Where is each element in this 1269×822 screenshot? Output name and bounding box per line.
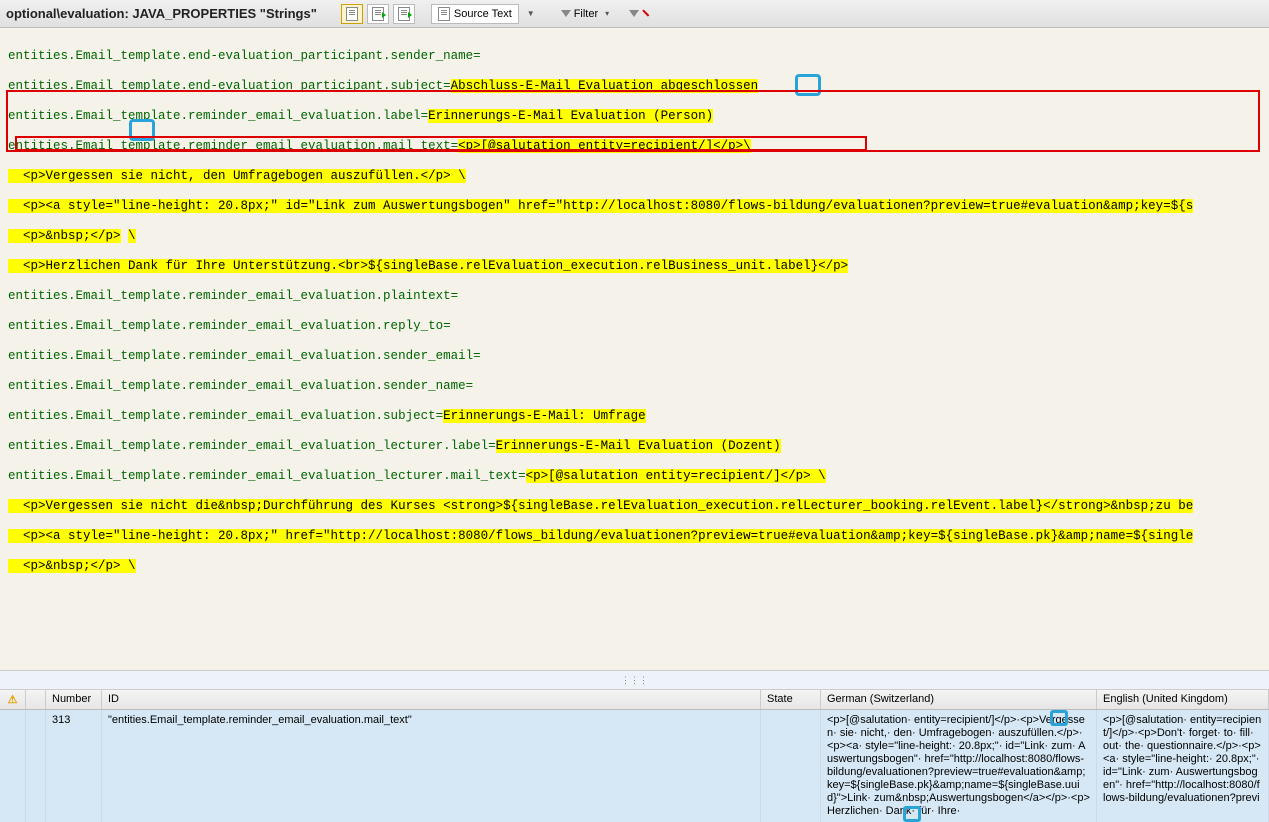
callout-marker-3 (1050, 710, 1068, 726)
code-line: <p><a style="line-height: 20.8px;" href=… (8, 529, 1193, 543)
callout-marker-4 (903, 806, 921, 822)
source-text-dropdown[interactable]: Source Text (431, 4, 519, 24)
row-id-cell: "entities.Email_template.reminder_email_… (102, 710, 761, 822)
red-selection-inner (15, 136, 867, 151)
dropdown-arrow-icon[interactable]: ▼ (523, 9, 539, 18)
english-column-header[interactable]: English (United Kingdom) (1097, 690, 1269, 709)
code-line: <p>&nbsp;</p> (8, 229, 121, 243)
code-line: entities.Email_template.reminder_email_e… (8, 379, 473, 393)
chevron-down-icon: ▾ (601, 9, 613, 18)
view-mode-button-3[interactable] (393, 4, 415, 24)
id-column-header[interactable]: ID (102, 690, 761, 709)
code-line: entities.Email_template.reminder_email_e… (8, 289, 458, 303)
view-mode-button-1[interactable] (341, 4, 363, 24)
state-column-header[interactable]: State (761, 690, 821, 709)
clear-filter-button[interactable] (623, 10, 645, 17)
blank-column-header[interactable] (26, 690, 46, 709)
funnel-clear-icon (629, 10, 639, 17)
backslash: \ (128, 229, 136, 243)
source-code-area[interactable]: entities.Email_template.end-evaluation_p… (0, 28, 1269, 670)
warning-icon: ⚠ (8, 693, 18, 706)
code-line: <p>Herzlichen Dank für Ihre Unterstützun… (8, 259, 848, 273)
german-column-header[interactable]: German (Switzerland) (821, 690, 1097, 709)
code-line-key: entities.Email_template.reminder_email_e… (8, 439, 496, 453)
row-warning-cell (0, 710, 26, 822)
warning-column-header[interactable]: ⚠ (0, 690, 26, 709)
row-blank-cell (26, 710, 46, 822)
code-line: <p>Vergessen sie nicht die&nbsp;Durchfüh… (8, 499, 1193, 513)
view-mode-button-2[interactable] (367, 4, 389, 24)
file-title: optional\evaluation: JAVA_PROPERTIES "St… (6, 6, 317, 21)
pane-splitter[interactable]: ⋮⋮⋮ (0, 670, 1269, 690)
code-line-key: entities.Email_template.reminder_email_e… (8, 469, 526, 483)
source-text-label: Source Text (454, 8, 512, 20)
row-state-cell (761, 710, 821, 822)
doc-icon (438, 7, 450, 21)
row-number-cell: 313 (46, 710, 102, 822)
code-line: <p>Vergessen sie nicht, den Umfragebogen… (8, 169, 466, 183)
code-line: entities.Email_template.end-evaluation_p… (8, 49, 481, 63)
filter-button[interactable]: Filter ▾ (555, 8, 619, 20)
code-line-val: Erinnerungs-E-Mail: Umfrage (443, 409, 646, 423)
code-line: <p>&nbsp;</p> \ (8, 559, 136, 573)
funnel-icon (561, 10, 571, 17)
table-row[interactable]: 313 "entities.Email_template.reminder_em… (0, 710, 1269, 822)
row-german-cell[interactable]: <p>[@salutation· entity=recipient/]</p>·… (821, 710, 1097, 822)
code-line: <p><a style="line-height: 20.8px;" id="L… (8, 199, 1193, 213)
code-line: entities.Email_template.reminder_email_e… (8, 319, 451, 333)
code-line-val: Erinnerungs-E-Mail Evaluation (Dozent) (496, 439, 781, 453)
number-column-header[interactable]: Number (46, 690, 102, 709)
toolbar-header: optional\evaluation: JAVA_PROPERTIES "St… (0, 0, 1269, 28)
grid-header: ⚠ Number ID State German (Switzerland) E… (0, 690, 1269, 710)
row-english-cell[interactable]: <p>[@salutation· entity=recipient/]</p>·… (1097, 710, 1269, 822)
code-line-val: <p>[@salutation entity=recipient/]</p> \ (526, 469, 826, 483)
code-line-key: entities.Email_template.reminder_email_e… (8, 409, 443, 423)
code-line: entities.Email_template.reminder_email_e… (8, 349, 481, 363)
